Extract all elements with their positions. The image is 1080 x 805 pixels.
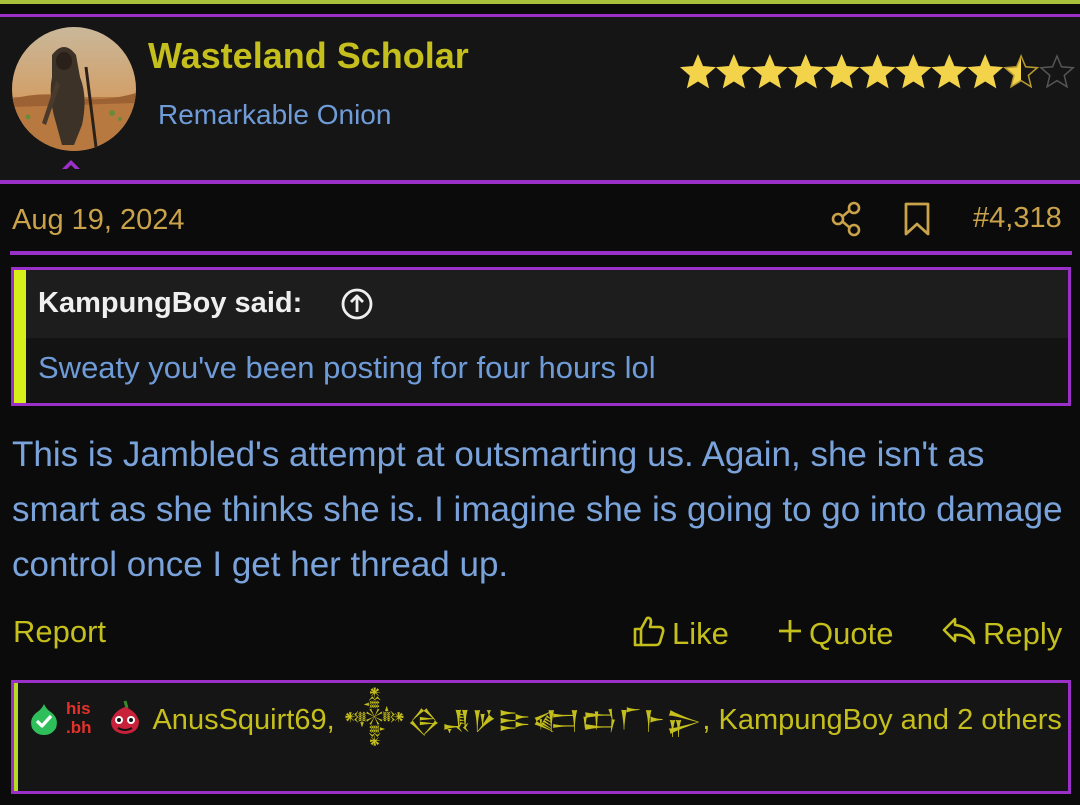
quote-label: Quote: [809, 616, 894, 651]
quote-accent-bar: [14, 270, 26, 403]
header-pointer-inner: [65, 165, 77, 171]
post-user-header: Wasteland Scholar Remarkable Onion: [0, 14, 1080, 184]
post-actions: Report Like Quote Reply: [0, 612, 1080, 658]
user-title: Remarkable Onion: [158, 99, 392, 130]
username[interactable]: Wasteland Scholar: [148, 35, 469, 77]
reply-label: Reply: [983, 616, 1063, 651]
post-number[interactable]: #4,318: [973, 202, 1062, 235]
rating-star: [1039, 54, 1075, 89]
thumbs-up-icon: [633, 616, 665, 647]
reply-icon: [942, 617, 976, 645]
reactors-suffix[interactable]: , KampungBoy and 2 others: [702, 704, 1062, 736]
bookmark-icon[interactable]: [900, 200, 934, 238]
quote-block: KampungBoy said: Sweaty you've been post…: [11, 267, 1071, 406]
share-icon[interactable]: [830, 200, 864, 238]
rating-star: [1003, 54, 1040, 89]
red-onion-icon: [111, 700, 139, 734]
top-accent-line: [0, 0, 1080, 4]
quote-text: Sweaty you've been posting for four hour…: [38, 350, 656, 385]
reactors-prefix[interactable]: AnusSquirt69,: [152, 704, 334, 736]
star-rating: [680, 54, 1075, 89]
rating-star: [715, 54, 752, 89]
post-date[interactable]: Aug 19, 2024: [12, 204, 185, 237]
rating-star: [931, 54, 968, 89]
reactions-list[interactable]: his .bh AnusSquirt69, 𒀱𒁲𒂗𒃻𒄿𒅗𒆗𒇲𒈨𒉌, Kampun…: [26, 697, 1062, 742]
rating-star: [859, 54, 896, 89]
reactions-accent-bar: [14, 683, 18, 791]
reply-button[interactable]: Reply: [941, 614, 1062, 652]
reactions-bar: his .bh AnusSquirt69, 𒀱𒁲𒂗𒃻𒄿𒅗𒆗𒇲𒈨𒉌, Kampun…: [11, 680, 1071, 794]
user-avatar[interactable]: [12, 27, 136, 151]
reactor-cuneiform-name[interactable]: 𒀱𒁲𒂗𒃻𒄿𒅗𒆗𒇲𒈨𒉌: [343, 705, 703, 735]
meta-separator: [10, 251, 1072, 255]
rating-star: [895, 54, 932, 89]
check-onion-icon: [31, 704, 57, 735]
like-label: Like: [672, 616, 729, 651]
like-button[interactable]: Like: [632, 614, 729, 652]
quote-button[interactable]: Quote: [777, 614, 893, 652]
rating-star: [751, 54, 788, 89]
rating-star: [680, 54, 716, 89]
report-button[interactable]: Report: [13, 614, 106, 650]
post-body: This is Jambled's attempt at outsmarting…: [12, 435, 1063, 584]
rating-star: [823, 54, 860, 89]
jump-to-quote-icon[interactable]: [340, 287, 374, 321]
rating-star: [967, 54, 1004, 89]
svg-text:his: his: [66, 699, 91, 718]
rating-star: [787, 54, 824, 89]
quote-author[interactable]: KampungBoy said:: [38, 287, 302, 320]
his-bh-icon: his .bh: [66, 699, 92, 737]
plus-icon: [779, 620, 801, 642]
svg-text:.bh: .bh: [66, 718, 92, 737]
